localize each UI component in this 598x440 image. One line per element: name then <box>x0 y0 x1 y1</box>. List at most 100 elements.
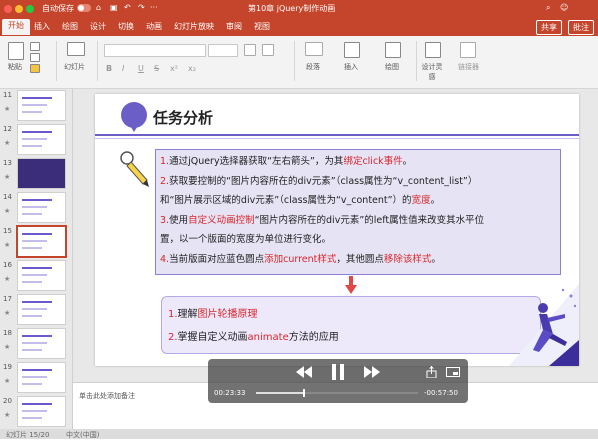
body-text: 掌握自定义动画 <box>177 332 248 343</box>
thumbnail-line <box>22 315 42 317</box>
undo-icon[interactable]: ↶ <box>124 3 131 12</box>
slide-thumbnail[interactable]: 15 ★ <box>0 225 72 259</box>
draw-icon[interactable] <box>385 42 401 58</box>
design-ideas-icon[interactable] <box>425 42 441 58</box>
tab-insert[interactable]: 插入 <box>34 21 50 32</box>
slide-thumbnail[interactable]: 12 ★ <box>0 123 72 157</box>
thumbnail-image[interactable] <box>17 396 66 427</box>
star-icon: ★ <box>4 241 11 249</box>
bold-button[interactable]: B <box>106 64 112 73</box>
document-title: 第10章 jQuery制作动画 <box>248 4 336 13</box>
tab-slideshow[interactable]: 幻灯片放映 <box>174 21 214 32</box>
video-player-controls: 00:23:33 -00:57:50 <box>208 359 468 403</box>
star-icon: ★ <box>4 411 11 419</box>
slide-thumbnail[interactable]: 11 ★ <box>0 89 72 123</box>
star-icon: ★ <box>4 275 11 283</box>
insert-icon[interactable] <box>344 42 360 58</box>
paste-label: 粘贴 <box>8 63 22 71</box>
subscript-button[interactable]: x₂ <box>188 64 196 73</box>
font-size-select[interactable] <box>208 44 238 57</box>
picture-in-picture-icon[interactable] <box>446 367 460 377</box>
body-text: 和“图片展示区域的div元素”（class属性为“v_content”）的 <box>160 195 412 206</box>
comments-button[interactable]: 批注 <box>568 20 594 35</box>
font-color-icon[interactable] <box>262 44 274 56</box>
task-line: 3.使用自定义动画控制“图片内容所在的div元素”的left属性值来改变其水平位 <box>160 214 484 228</box>
body-text: 。 <box>431 253 441 265</box>
thumbnail-image[interactable] <box>17 294 66 325</box>
body-text: 通过jQuery选择器获取“左右箭头”，为其 <box>169 156 344 167</box>
thumbnail-line <box>22 206 47 208</box>
cut-icon[interactable] <box>30 42 40 51</box>
slide-number: 11 <box>3 91 12 99</box>
notes-placeholder: 单击此处添加备注 <box>79 392 135 400</box>
slide-thumbnail[interactable]: 13 ★ <box>0 157 72 191</box>
progress-track[interactable] <box>256 389 418 397</box>
tab-home[interactable]: 开始 <box>2 19 30 35</box>
slide-thumbnail[interactable]: 17 ★ <box>0 293 72 327</box>
pencil-icon <box>120 151 149 187</box>
clear-format-icon[interactable] <box>244 44 256 56</box>
thumbnail-image[interactable] <box>17 90 66 121</box>
progress-knob[interactable] <box>302 389 305 397</box>
smiley-icon[interactable]: ☺ <box>560 3 568 12</box>
underline-button[interactable]: U <box>138 64 144 73</box>
highlight-text: 2. <box>168 332 178 343</box>
thumbnail-image[interactable] <box>17 158 66 189</box>
slide-thumbnail[interactable]: 16 ★ <box>0 259 72 293</box>
home-icon[interactable]: ⌂ <box>96 3 101 12</box>
close-window-button[interactable] <box>4 5 12 13</box>
superscript-button[interactable]: x² <box>170 64 178 73</box>
designer-icon[interactable] <box>460 42 476 58</box>
draw-label: 绘图 <box>385 63 399 71</box>
new-slide-icon[interactable] <box>67 42 85 56</box>
copy-icon[interactable] <box>30 53 40 62</box>
paragraph-icon[interactable] <box>305 42 323 56</box>
thumbnail-image[interactable] <box>17 362 66 393</box>
fast-forward-icon[interactable] <box>364 366 380 378</box>
pause-icon[interactable] <box>331 364 345 380</box>
thumbnail-image[interactable] <box>17 260 66 291</box>
redo-icon[interactable]: ↷ <box>138 3 145 12</box>
tab-draw[interactable]: 绘图 <box>62 21 78 32</box>
highlight-text: 3. <box>160 214 170 226</box>
thumbnail-image[interactable] <box>17 328 66 359</box>
tab-view[interactable]: 视图 <box>254 21 270 32</box>
autosave-toggle[interactable] <box>77 4 91 12</box>
thumbnail-line <box>22 111 42 113</box>
share-icon[interactable] <box>426 366 437 378</box>
highlight-text: 1. <box>168 309 178 320</box>
thumbnail-image[interactable] <box>17 124 66 155</box>
save-icon[interactable]: ▣ <box>110 3 118 12</box>
task-line: 4.当前版面对应蓝色圆点添加current样式，其他圆点移除该样式。 <box>160 253 441 267</box>
paste-icon[interactable] <box>8 42 24 60</box>
thumbnail-line <box>22 199 52 201</box>
thumbnail-line <box>22 97 52 99</box>
highlight-text: 1. <box>160 156 170 167</box>
rewind-icon[interactable] <box>296 366 312 378</box>
strikethrough-button[interactable]: S <box>154 64 159 73</box>
italic-button[interactable]: I <box>122 64 124 73</box>
zoom-window-button[interactable] <box>26 5 34 13</box>
search-icon[interactable]: ⌕ <box>546 3 550 13</box>
tab-design[interactable]: 设计 <box>90 21 106 32</box>
star-icon: ★ <box>4 139 11 147</box>
task-line: 置，以一个版面的宽度为单位进行变化。 <box>160 233 331 247</box>
thumbnail-image[interactable] <box>17 192 66 223</box>
more-icon[interactable]: ··· <box>150 3 158 12</box>
format-painter-icon[interactable] <box>30 64 40 73</box>
remaining-time: -00:57:50 <box>424 389 458 397</box>
slide-thumbnail[interactable]: 14 ★ <box>0 191 72 225</box>
slide-number: 16 <box>3 261 12 269</box>
tab-review[interactable]: 审阅 <box>226 21 242 32</box>
thumbnail-image[interactable] <box>16 225 67 258</box>
tab-transitions[interactable]: 切换 <box>118 21 134 32</box>
share-button[interactable]: 共享 <box>536 20 562 35</box>
font-family-select[interactable] <box>104 44 206 57</box>
slide[interactable]: 任务分析 1.通过jQuery选择器获取“左右箭头”，为其绑定click事件。 2… <box>95 94 579 366</box>
slide-thumbnail[interactable]: 18 ★ <box>0 327 72 361</box>
slide-thumbnail[interactable]: 20 ★ <box>0 395 72 429</box>
tab-animations[interactable]: 动画 <box>146 21 162 32</box>
slide-thumbnail[interactable]: 19 ★ <box>0 361 72 395</box>
minimize-window-button[interactable] <box>15 5 23 13</box>
paragraph-label: 段落 <box>306 63 320 71</box>
